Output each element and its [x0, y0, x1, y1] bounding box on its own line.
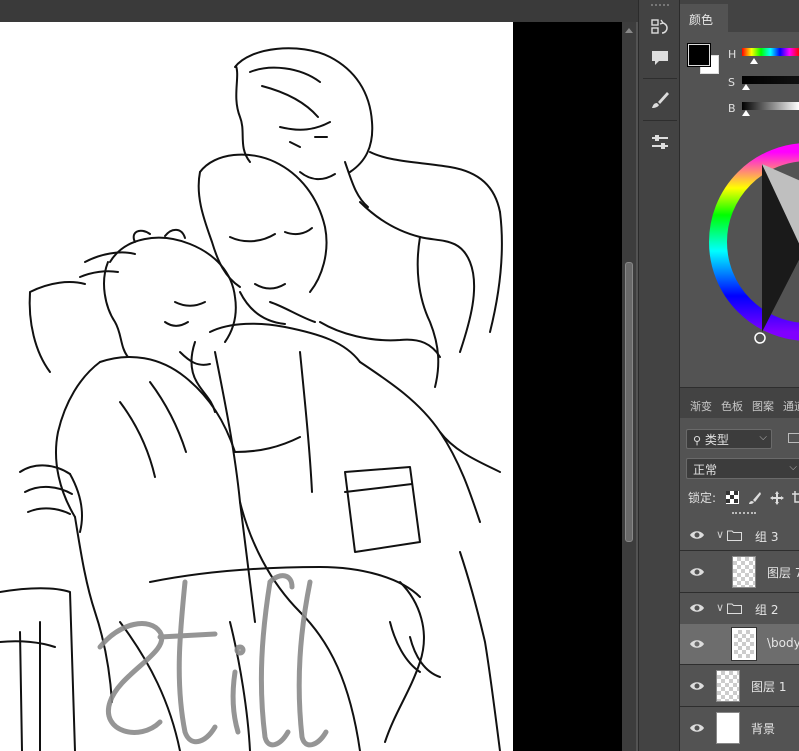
eye-icon[interactable]	[689, 529, 705, 541]
brightness-slider-knob[interactable]	[742, 110, 750, 116]
layer-list-scroll-hint	[732, 512, 756, 518]
layer-thumbnail	[732, 556, 756, 588]
canvas-vertical-scrollbar[interactable]	[622, 22, 636, 751]
layer-thumbnail	[716, 670, 740, 702]
layers-panel: 渐变 色板 图案 通道 ⚲ 类型 ⌵ 正常 ⌵ 锁定:	[680, 387, 799, 751]
lock-transparent-pixels-icon[interactable]	[726, 491, 739, 504]
layer-filter-value: 类型	[704, 433, 729, 447]
layer-name: 背景	[751, 722, 776, 736]
color-panel: 颜色 H S B	[680, 0, 799, 385]
tab-swatches[interactable]: 色板	[721, 398, 743, 418]
adjustments-icon[interactable]	[646, 128, 674, 156]
layer-name: 图层 7	[767, 566, 799, 580]
layer-name: 组 2	[755, 603, 779, 617]
tab-patterns[interactable]: 图案	[752, 398, 774, 418]
chevron-down-icon: ⌵	[789, 462, 797, 473]
blend-mode-value: 正常	[693, 463, 718, 477]
layer-name: 组 3	[755, 530, 779, 544]
folder-icon	[727, 530, 742, 541]
strip-grip[interactable]	[651, 4, 669, 7]
layer-name: \body	[767, 636, 799, 650]
lock-label: 锁定:	[688, 491, 717, 505]
eye-icon[interactable]	[689, 722, 705, 734]
scroll-up-arrow-icon[interactable]	[625, 28, 633, 33]
chevron-down-icon[interactable]: ∨	[716, 528, 724, 541]
saturation-slider[interactable]	[742, 76, 799, 84]
hue-slider-knob[interactable]	[750, 58, 758, 64]
history-icon[interactable]	[646, 14, 674, 42]
scrollbar-thumb[interactable]	[625, 262, 633, 542]
layer-row[interactable]: ∨ 组 3	[680, 520, 799, 550]
layer-row[interactable]: ∨ 组 2	[680, 594, 799, 624]
photoshop-window: 颜色 H S B 渐变 色板 图案 通 ⚲ 类型 ⌵ 正常 ⌵ 锁定: ∨ 组 …	[0, 0, 799, 751]
right-panel: 颜色 H S B 渐变 色板 图案 通 ⚲ 类型 ⌵ 正常 ⌵ 锁定: ∨ 组 …	[680, 0, 799, 751]
lock-artboard-icon[interactable]	[792, 491, 799, 505]
layer-list: ∨ 组 3 图层 7 ∨ 组 2 \body 图层 1 背景	[680, 512, 799, 751]
hue-label: H	[728, 48, 737, 61]
eye-icon[interactable]	[689, 566, 705, 578]
chevron-down-icon: ⌵	[759, 432, 767, 443]
layer-filter-select[interactable]: ⚲ 类型 ⌵	[686, 429, 772, 449]
layers-panel-tabs: 渐变 色板 图案 通道	[680, 388, 799, 418]
lineart-illustration	[0, 47, 503, 751]
tab-color[interactable]: 颜色	[680, 4, 728, 32]
eye-icon[interactable]	[689, 638, 705, 650]
search-icon: ⚲	[693, 434, 702, 447]
canvas-area[interactable]	[0, 22, 622, 751]
brightness-label: B	[728, 102, 736, 115]
tab-channels[interactable]: 通道	[783, 398, 799, 418]
eye-icon[interactable]	[689, 602, 705, 614]
color-panel-header: 颜色	[680, 0, 799, 32]
lock-image-pixels-icon[interactable]	[748, 491, 762, 505]
layer-thumbnail	[716, 712, 740, 744]
artboard-lineart[interactable]	[0, 22, 513, 751]
foreground-color-swatch[interactable]	[687, 43, 711, 67]
brightness-slider[interactable]	[742, 102, 799, 110]
layer-name: 图层 1	[751, 680, 787, 694]
document-tab-bar	[0, 0, 640, 22]
saturation-slider-knob[interactable]	[742, 84, 750, 90]
panel-icon-strip	[638, 0, 680, 751]
layer-thumbnail	[731, 627, 757, 661]
chevron-down-icon[interactable]: ∨	[716, 601, 724, 614]
blend-mode-select[interactable]: 正常 ⌵	[686, 458, 799, 479]
layer-row[interactable]: 图层 1	[680, 666, 799, 706]
brush-settings-icon[interactable]	[646, 86, 674, 114]
lock-row: 锁定:	[688, 489, 799, 507]
comment-icon[interactable]	[646, 44, 674, 72]
color-wheel-picker[interactable]	[754, 332, 766, 344]
tab-gradients[interactable]: 渐变	[690, 398, 712, 418]
lock-position-icon[interactable]	[770, 491, 784, 505]
image-filter-icon[interactable]	[788, 433, 799, 443]
eye-icon[interactable]	[689, 680, 705, 692]
layer-row[interactable]: 图层 7	[680, 552, 799, 592]
folder-icon	[727, 603, 742, 614]
layer-row-selected[interactable]: \body	[680, 624, 799, 664]
saturation-label: S	[728, 76, 735, 89]
layer-row[interactable]: 背景	[680, 708, 799, 748]
color-wheel[interactable]	[708, 122, 799, 362]
hue-slider[interactable]	[742, 48, 799, 56]
